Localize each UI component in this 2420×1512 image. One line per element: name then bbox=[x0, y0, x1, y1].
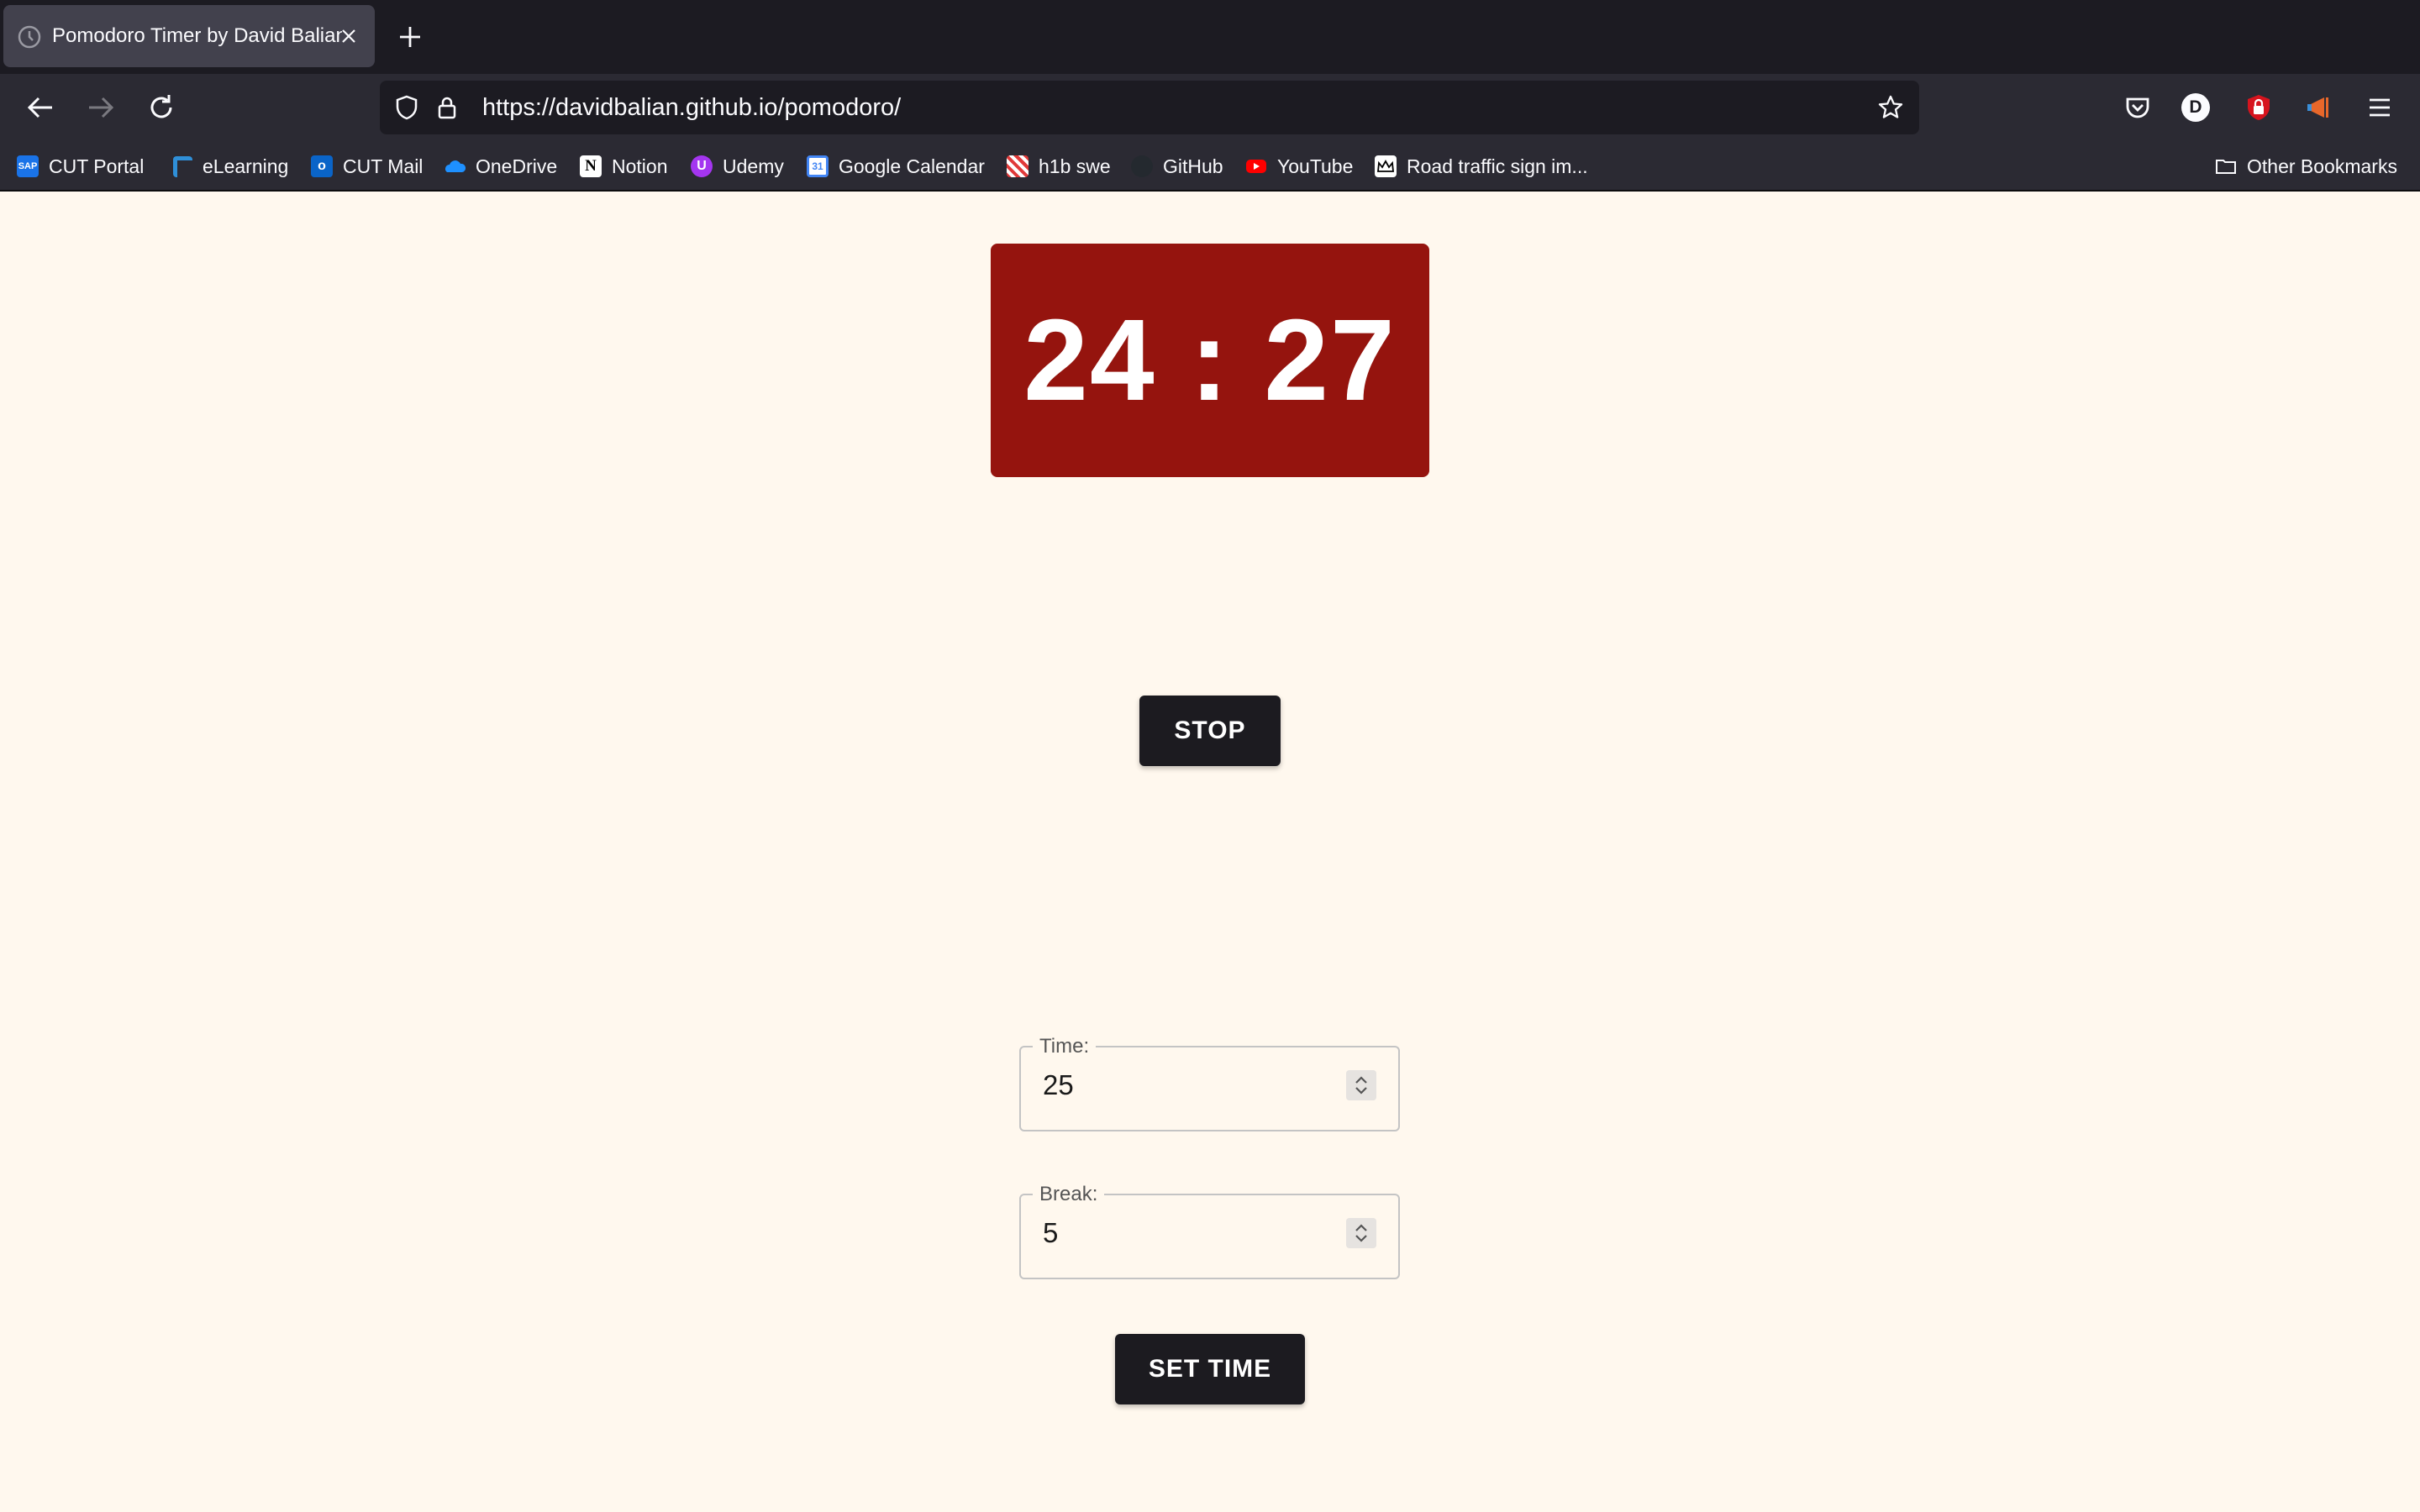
bookmark-label: Notion bbox=[612, 155, 668, 177]
bookmark-star-icon[interactable] bbox=[1877, 94, 1904, 121]
navigation-toolbar: https://davidbalian.github.io/pomodoro/ … bbox=[0, 74, 2420, 143]
onedrive-icon bbox=[445, 160, 466, 172]
megaphone-extension-icon[interactable] bbox=[2302, 91, 2336, 124]
adblock-extension-icon[interactable] bbox=[2242, 91, 2275, 124]
udemy-icon: U bbox=[691, 155, 713, 177]
bookmark-label: Google Calendar bbox=[839, 155, 985, 177]
break-field-label: Break: bbox=[1039, 1183, 1098, 1205]
crown-icon bbox=[1375, 155, 1397, 177]
break-field[interactable]: Break: 5 bbox=[1019, 1183, 1400, 1279]
tab-title: Pomodoro Timer by David Balian bbox=[52, 24, 342, 47]
bookmark-cut-mail[interactable]: o CUT Mail bbox=[311, 143, 423, 190]
other-bookmarks-folder[interactable]: Other Bookmarks bbox=[2215, 143, 2397, 190]
tracking-shield-icon[interactable] bbox=[393, 94, 420, 121]
bookmark-road-traffic-sign[interactable]: Road traffic sign im... bbox=[1375, 143, 1588, 190]
stop-button[interactable]: STOP bbox=[1139, 696, 1281, 766]
back-arrow-icon[interactable] bbox=[24, 91, 57, 124]
new-tab-plus-icon[interactable] bbox=[395, 22, 425, 52]
address-bar[interactable]: https://davidbalian.github.io/pomodoro/ bbox=[380, 81, 1919, 134]
tab-strip: Pomodoro Timer by David Balian bbox=[0, 0, 2420, 74]
time-field-outline: Time: bbox=[1019, 1035, 1400, 1131]
google-calendar-icon: 31 bbox=[807, 155, 829, 177]
bookmarks-toolbar: SAP CUT Portal eLearning o CUT Mail OneD… bbox=[0, 143, 2420, 192]
time-input[interactable]: 25 bbox=[1043, 1067, 1074, 1104]
h1b-icon bbox=[1007, 155, 1028, 177]
youtube-icon bbox=[1246, 160, 1266, 173]
bookmark-youtube[interactable]: YouTube bbox=[1245, 143, 1353, 190]
bookmark-elearning[interactable]: eLearning bbox=[173, 143, 288, 190]
bookmark-label: eLearning bbox=[203, 155, 289, 177]
bookmark-label: YouTube bbox=[1277, 155, 1354, 177]
bookmark-label: Road traffic sign im... bbox=[1407, 155, 1588, 177]
notion-icon: N bbox=[580, 155, 602, 177]
time-field-label: Time: bbox=[1039, 1035, 1090, 1058]
close-tab-icon[interactable] bbox=[339, 27, 358, 45]
bookmark-notion[interactable]: N Notion bbox=[580, 143, 667, 190]
bookmark-google-calendar[interactable]: 31 Google Calendar bbox=[807, 143, 985, 190]
profile-avatar[interactable]: D bbox=[2181, 93, 2210, 122]
hamburger-menu-icon[interactable] bbox=[2363, 91, 2396, 124]
bookmark-h1b-swe[interactable]: h1b swe bbox=[1007, 143, 1111, 190]
bookmark-udemy[interactable]: U Udemy bbox=[691, 143, 784, 190]
other-bookmarks-label: Other Bookmarks bbox=[2247, 155, 2397, 177]
folder-icon bbox=[2216, 160, 2236, 174]
bookmark-cut-portal[interactable]: SAP CUT Portal bbox=[17, 143, 144, 190]
clock-icon bbox=[18, 25, 41, 49]
sap-icon: SAP bbox=[17, 155, 39, 177]
lock-icon[interactable] bbox=[434, 94, 460, 121]
bookmark-label: GitHub bbox=[1163, 155, 1223, 177]
timer-display: 24 : 27 bbox=[991, 244, 1429, 477]
url-text[interactable]: https://davidbalian.github.io/pomodoro/ bbox=[482, 81, 901, 134]
github-icon bbox=[1131, 155, 1153, 177]
bookmark-label: h1b swe bbox=[1039, 155, 1111, 177]
elearning-icon bbox=[173, 155, 192, 177]
time-stepper-icon[interactable] bbox=[1346, 1070, 1376, 1100]
break-stepper-icon[interactable] bbox=[1346, 1218, 1376, 1248]
timer-readout: 24 : 27 bbox=[1023, 295, 1397, 425]
bookmark-label: CUT Portal bbox=[49, 155, 145, 177]
forward-arrow-icon[interactable] bbox=[84, 91, 118, 124]
browser-tab-active[interactable]: Pomodoro Timer by David Balian bbox=[3, 5, 375, 67]
bookmark-github[interactable]: GitHub bbox=[1131, 143, 1223, 190]
time-field[interactable]: Time: 25 bbox=[1019, 1035, 1400, 1131]
break-input[interactable]: 5 bbox=[1043, 1215, 1058, 1252]
bookmark-label: CUT Mail bbox=[343, 155, 424, 177]
set-time-button[interactable]: SET TIME bbox=[1115, 1334, 1305, 1404]
outlook-icon: o bbox=[311, 155, 333, 177]
pocket-icon[interactable] bbox=[2121, 91, 2154, 124]
bookmark-onedrive[interactable]: OneDrive bbox=[444, 143, 557, 190]
bookmark-label: OneDrive bbox=[476, 155, 558, 177]
break-field-outline: Break: bbox=[1019, 1183, 1400, 1279]
bookmark-label: Udemy bbox=[723, 155, 784, 177]
reload-icon[interactable] bbox=[145, 91, 178, 124]
